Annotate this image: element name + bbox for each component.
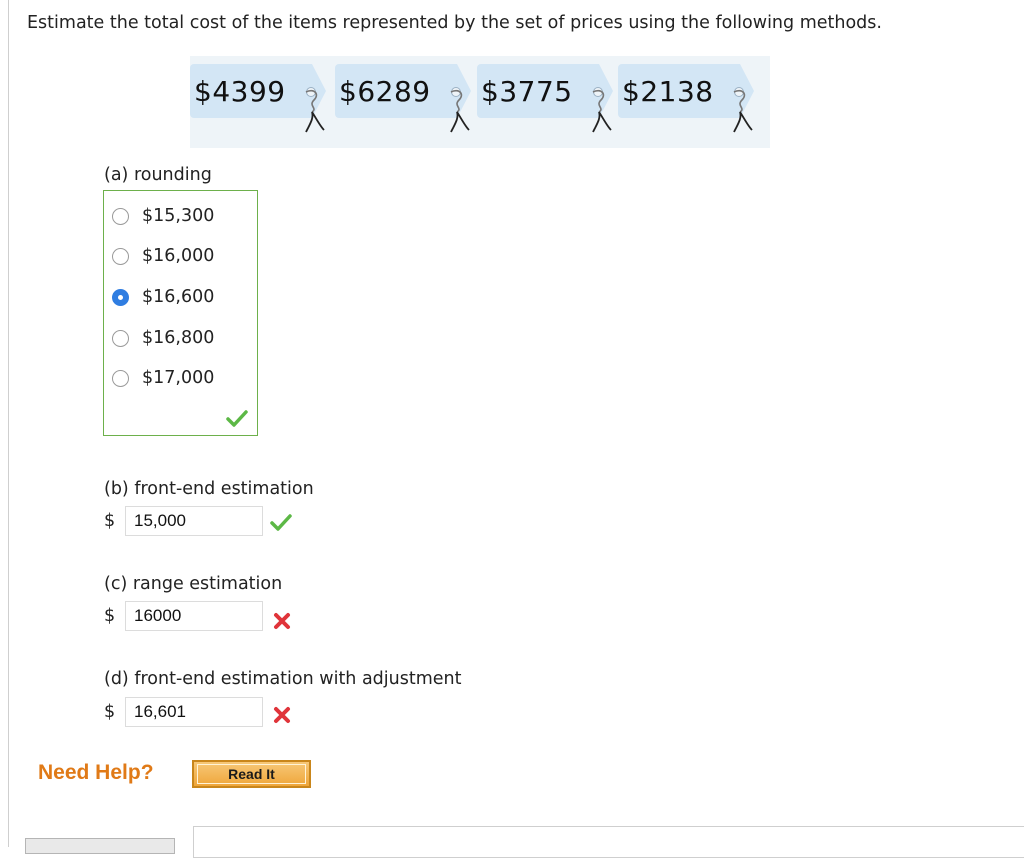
tag-string-icon — [733, 89, 753, 133]
dollar-sign: $ — [104, 702, 116, 722]
part-a-label: (a) rounding — [104, 165, 212, 185]
rounding-option[interactable]: $16,800 — [112, 326, 214, 350]
price-tag: $4399 — [190, 64, 326, 118]
price-tag: $2138 — [618, 64, 754, 118]
radio-button[interactable] — [112, 207, 129, 225]
price-tag-value: $4399 — [194, 75, 286, 108]
option-label: $16,000 — [142, 246, 215, 266]
radio-button-checked[interactable] — [112, 288, 129, 306]
dollar-sign: $ — [104, 511, 116, 531]
price-tag-value: $2138 — [622, 75, 714, 108]
front-end-adjustment-answer-input[interactable]: 16,601 — [125, 697, 263, 727]
incorrect-x-icon — [274, 707, 290, 723]
radio-button[interactable] — [112, 247, 129, 265]
incorrect-x-icon — [274, 613, 290, 629]
option-label: $16,600 — [142, 287, 215, 307]
part-b-label: (b) front-end estimation — [104, 479, 314, 499]
rounding-option-selected[interactable]: $16,600 — [112, 285, 214, 309]
price-tag: $6289 — [335, 64, 471, 118]
option-label: $15,300 — [142, 206, 215, 226]
price-tag-value: $6289 — [339, 75, 431, 108]
bottom-panel — [193, 826, 1024, 858]
rounding-option[interactable]: $15,300 — [112, 204, 214, 228]
range-answer-input[interactable]: 16000 — [125, 601, 263, 631]
option-label: $16,800 — [142, 328, 215, 348]
question-text: Estimate the total cost of the items rep… — [27, 13, 882, 33]
price-tags-image: $4399 $6289 $3775 $2138 — [190, 56, 770, 148]
tag-string-icon — [450, 89, 470, 133]
correct-check-icon — [270, 514, 292, 531]
front-end-answer-input[interactable]: 15,000 — [125, 506, 263, 536]
tag-string-icon — [305, 89, 325, 133]
radio-button[interactable] — [112, 369, 129, 387]
dollar-sign: $ — [104, 606, 116, 626]
part-c-label: (c) range estimation — [104, 574, 283, 594]
need-help-label: Need Help? — [38, 761, 154, 784]
price-tag: $3775 — [477, 64, 613, 118]
submit-button[interactable] — [25, 838, 175, 854]
part-d-label: (d) front-end estimation with adjustment — [104, 669, 462, 689]
tag-string-icon — [592, 89, 612, 133]
rounding-choices: $15,300 $16,000 $16,600 $16,800 $17,000 — [103, 190, 258, 436]
option-label: $17,000 — [142, 368, 215, 388]
correct-check-icon — [226, 410, 248, 427]
radio-button[interactable] — [112, 329, 129, 347]
left-frame-border — [8, 0, 9, 847]
read-it-button[interactable]: Read It — [192, 760, 311, 788]
rounding-option[interactable]: $17,000 — [112, 366, 214, 390]
rounding-option[interactable]: $16,000 — [112, 244, 214, 268]
price-tag-value: $3775 — [481, 75, 573, 108]
